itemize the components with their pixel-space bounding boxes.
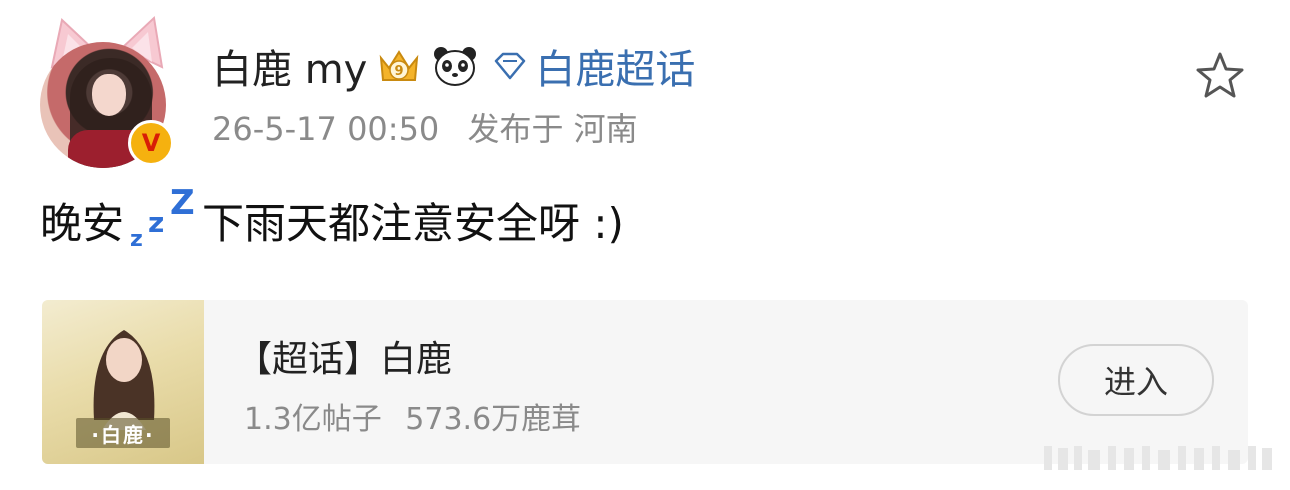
post-count: 1.3亿帖子	[244, 402, 382, 437]
cover-portrait-icon	[93, 330, 155, 430]
location: 发布于 河南	[467, 110, 638, 148]
user-line: 白鹿 my 9 白鹿超话	[212, 38, 695, 94]
weibo-post-screen: V 白鹿 my 9 白鹿超话 26-5-17 00:50 发布于 河南 晚安 z…	[0, 0, 1290, 490]
svg-text:z: z	[148, 206, 164, 239]
verified-icon: V	[128, 120, 174, 166]
verified-badge-text: V	[141, 129, 161, 157]
supertopic-stats: 1.3亿帖子 573.6万鹿茸	[244, 394, 581, 438]
username[interactable]: 白鹿 my	[212, 37, 367, 95]
enter-button[interactable]: 进入	[1058, 344, 1214, 416]
crown-icon[interactable]: 9	[375, 44, 423, 88]
supertopic-title: 【超话】白鹿	[236, 339, 453, 380]
favorite-star-icon[interactable]	[1194, 50, 1246, 102]
supertopic-link[interactable]: 白鹿超话	[493, 37, 695, 95]
watermark-icon	[1044, 446, 1272, 470]
post-text-start: 晚安	[40, 198, 125, 248]
level-badge-text: 9	[395, 64, 404, 79]
diamond-icon	[495, 52, 526, 80]
cover-label: ·白鹿·	[76, 418, 170, 448]
sleep-zzz-icon: z z Z	[130, 188, 195, 252]
svg-text:Z: Z	[170, 188, 195, 223]
avatar[interactable]: V	[32, 12, 182, 168]
post-meta: 26-5-17 00:50 发布于 河南	[212, 104, 638, 150]
supertopic-link-label: 白鹿超话	[535, 47, 696, 93]
timestamp: 26-5-17 00:50	[212, 110, 440, 148]
svg-text:z: z	[130, 227, 143, 252]
panda-icon[interactable]	[431, 44, 479, 88]
post-content: 晚安 z z Z 下雨天都注意安全呀 :)	[40, 188, 624, 252]
post-text-end: 下雨天都注意安全呀 :)	[202, 198, 624, 248]
supertopic-cover-image: ·白鹿·	[42, 300, 204, 464]
follower-count: 573.6万鹿茸	[405, 402, 582, 437]
